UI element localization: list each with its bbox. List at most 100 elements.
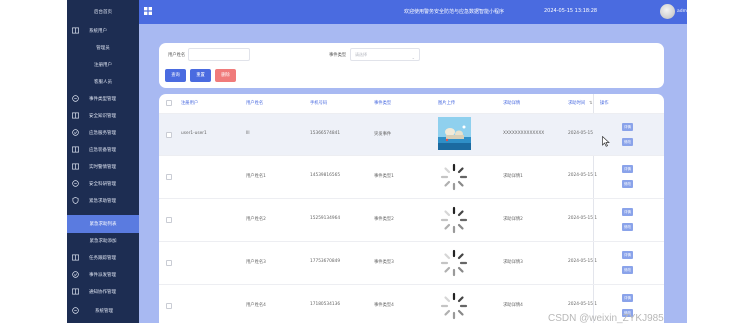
- sidebar-item-label: 事件类型管理: [89, 97, 116, 102]
- sidebar-item-label: 紧急求助管理: [89, 199, 116, 204]
- cell-name: 用户姓名2: [246, 217, 266, 222]
- column-header[interactable]: 求助详情: [503, 94, 520, 113]
- user-name-label: 用户姓名: [168, 53, 186, 58]
- cell-name: 用户姓名1: [246, 174, 266, 179]
- cell-detail: 求助详情4: [503, 303, 523, 308]
- cell-time: 2024-05-15 1: [568, 216, 598, 221]
- check-circle-icon: [72, 271, 79, 278]
- sidebar-item-safety-knowledge[interactable]: 安全知识管理: [67, 107, 139, 125]
- chevron-down-icon: ⌄: [411, 55, 415, 60]
- cell-time: 2024-05-15: [568, 131, 593, 136]
- column-header[interactable]: 求助时间: [568, 94, 585, 113]
- row-checkbox[interactable]: [166, 217, 172, 223]
- sidebar-item-system-management[interactable]: 系统管理: [67, 302, 139, 320]
- user-name-input[interactable]: [188, 48, 250, 61]
- detail-button[interactable]: 详情: [622, 208, 633, 216]
- sidebar-item-label: 任务跟踪管理: [89, 256, 116, 261]
- table-row[interactable]: 用户姓名2 15259134964 事件类型2 求助详情2 2024-05-15…: [159, 198, 664, 241]
- sidebar-item-system-users[interactable]: 系统用户: [67, 22, 139, 40]
- cell-name: 用户姓名4: [246, 303, 266, 308]
- row-checkbox[interactable]: [166, 303, 172, 309]
- column-header[interactable]: 图片上传: [438, 94, 455, 113]
- row-checkbox[interactable]: [166, 260, 172, 266]
- cell-type: 事件类型1: [374, 174, 394, 179]
- reset-button[interactable]: 重置: [190, 69, 211, 82]
- sidebar-item-label: 事件派发管理: [89, 273, 116, 278]
- edit-button[interactable]: 修改: [622, 138, 633, 146]
- sidebar-item-emergency-equipment[interactable]: 应急装备管理: [67, 141, 139, 159]
- event-type-placeholder: 请选择: [355, 52, 367, 57]
- grid-menu-icon[interactable]: [144, 7, 152, 15]
- column-header[interactable]: 事件类型: [374, 94, 391, 113]
- column-header[interactable]: 手机号码: [310, 94, 327, 113]
- sidebar-item-event-dispatch[interactable]: 事件派发管理: [67, 266, 139, 284]
- sidebar-item-event-types[interactable]: 事件类型管理: [67, 90, 139, 108]
- query-button[interactable]: 查询: [165, 69, 186, 82]
- cell-detail: XXXXXXXXXXXXXX: [503, 131, 545, 136]
- sidebar-item-emergency-help-list[interactable]: 紧急求助列表: [67, 215, 139, 233]
- cell-phone: 15366574841: [310, 131, 341, 136]
- sidebar-item-label: 后台首页: [94, 10, 112, 15]
- uploaded-photo-thumbnail[interactable]: [438, 117, 471, 150]
- sidebar-item-task-tracking[interactable]: 任务跟踪管理: [67, 249, 139, 267]
- sidebar-item-admin[interactable]: 管理员: [67, 39, 139, 57]
- sidebar-item-label: 安全知识管理: [89, 114, 116, 119]
- edit-button[interactable]: 修改: [622, 266, 633, 274]
- table-row[interactable]: 用户姓名3 17753670849 事件类型3 求助详情3 2024-05-15…: [159, 241, 664, 284]
- detail-button[interactable]: 详情: [622, 251, 633, 259]
- sidebar-item-label: 系统用户: [89, 29, 107, 34]
- loading-spinner-icon: [440, 249, 468, 277]
- sidebar-item-label: 实时警情管理: [89, 165, 116, 170]
- sidebar-item-emergency-services[interactable]: 应急服务管理: [67, 124, 139, 142]
- cell-detail: 求助详情3: [503, 260, 523, 265]
- cell-time: 2024-05-15 1: [568, 173, 598, 178]
- sidebar-item-label: 系统管理: [95, 309, 113, 314]
- username[interactable]: admin: [677, 9, 687, 14]
- edit-button[interactable]: 修改: [622, 180, 633, 188]
- sidebar-item-notification[interactable]: 通知协作管理: [67, 283, 139, 301]
- event-type-label: 事件类型: [329, 53, 347, 58]
- table-row[interactable]: user1-user1 lll 15366574841 突发事件 XXXXXXX…: [159, 113, 664, 155]
- event-type-select[interactable]: 请选择 ⌄: [350, 48, 420, 61]
- chat-icon: [72, 95, 79, 102]
- detail-button[interactable]: 详情: [622, 294, 633, 302]
- select-all-checkbox[interactable]: [166, 100, 172, 106]
- row-checkbox[interactable]: [166, 132, 172, 138]
- avatar[interactable]: [660, 4, 675, 19]
- loading-spinner-icon: [440, 206, 468, 234]
- delete-button[interactable]: 删除: [215, 69, 236, 82]
- sort-icon[interactable]: ⇅: [589, 94, 593, 113]
- row-checkbox[interactable]: [166, 174, 172, 180]
- cell-type: 事件类型2: [374, 217, 394, 222]
- sidebar-item-registered-users[interactable]: 注册用户: [67, 56, 139, 74]
- sidebar-item-home[interactable]: 后台首页: [67, 3, 139, 21]
- app-frame: 后台首页 系统用户 管理员 注册用户 客服人员 事件类型管理 安全知识管理 应急…: [67, 0, 687, 323]
- sidebar-item-label: 应急装备管理: [89, 148, 116, 153]
- sidebar-item-label: 注册用户: [94, 63, 112, 68]
- sidebar-item-emergency-help-add[interactable]: 紧急求助添加: [67, 232, 139, 250]
- table-row[interactable]: 用户姓名1 14539816565 事件类型1 求助详情1 2024-05-15…: [159, 155, 664, 198]
- datetime: 2024-05-15 13:18:28: [544, 8, 598, 14]
- cell-user: user1-user1: [181, 131, 207, 136]
- column-header[interactable]: 注册用户: [181, 94, 198, 113]
- edit-button[interactable]: 修改: [622, 223, 633, 231]
- detail-button[interactable]: 详情: [622, 165, 633, 173]
- chat-icon: [72, 180, 79, 187]
- cell-type: 突发事件: [374, 132, 392, 137]
- sidebar-item-label: 通知协作管理: [89, 290, 116, 295]
- sidebar-item-emergency-help[interactable]: 紧急求助管理: [67, 192, 139, 210]
- watermark: CSDN @weixin_ZYKJ985: [548, 313, 664, 324]
- main-area: 用户姓名 事件类型 请选择 ⌄ 查询 重置 删除 注册用户 用户姓名 手机号码 …: [139, 24, 687, 323]
- column-header[interactable]: 用户姓名: [246, 94, 263, 113]
- book-icon: [72, 254, 79, 261]
- sidebar-item-service-staff[interactable]: 客服人员: [67, 73, 139, 91]
- sidebar-item-realtime-alerts[interactable]: 实时警情管理: [67, 158, 139, 176]
- cell-time: 2024-05-15 1: [568, 302, 598, 307]
- cell-time: 2024-05-15 1: [568, 259, 598, 264]
- detail-button[interactable]: 详情: [622, 123, 633, 131]
- cell-phone: 17180534136: [310, 302, 341, 307]
- book-icon: [72, 27, 79, 34]
- book-icon: [72, 146, 79, 153]
- cell-type: 事件类型4: [374, 303, 394, 308]
- sidebar-item-safety-research[interactable]: 安全科研管理: [67, 175, 139, 193]
